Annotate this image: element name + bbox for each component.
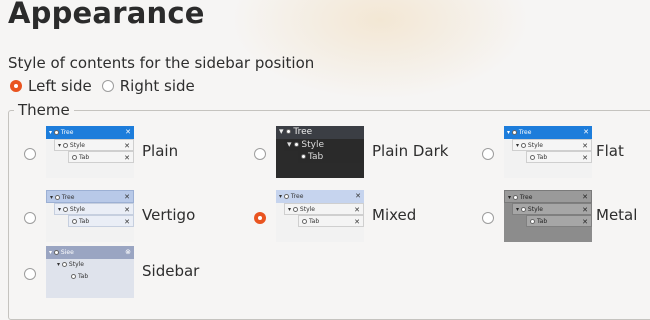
theme-vertigo-radio[interactable] bbox=[24, 212, 36, 224]
right-side-radio[interactable] bbox=[101, 80, 114, 92]
theme-plain-radio[interactable] bbox=[24, 148, 36, 160]
theme-plain-dark-preview: ▾ Tree ▾ Style Tab bbox=[276, 126, 364, 178]
left-side-radio[interactable] bbox=[10, 80, 22, 92]
theme-metal-radio[interactable] bbox=[482, 212, 494, 224]
theme-plain-preview: ▾ Tree ✕ ▾ Style ✕ Tab ✕ bbox=[46, 126, 134, 178]
page-title: Appearance bbox=[8, 0, 205, 30]
theme-metal-preview: ▾ Tree ✕ ▾ Style ✕ Tab ✕ bbox=[504, 190, 592, 242]
theme-vertigo-label: Vertigo bbox=[142, 206, 196, 224]
theme-mixed-label: Mixed bbox=[372, 206, 417, 224]
theme-flat-label: Flat bbox=[596, 142, 624, 160]
theme-metal-label: Metal bbox=[596, 206, 638, 224]
theme-sidebar-radio[interactable] bbox=[24, 268, 36, 280]
theme-plain-dark-radio[interactable] bbox=[254, 148, 266, 160]
sidebar-position-label: Style of contents for the sidebar positi… bbox=[8, 54, 315, 72]
right-side-label: Right side bbox=[119, 77, 195, 95]
theme-vertigo-preview: ▾ Tree ✕ ▾ Style ✕ Tab ✕ bbox=[46, 190, 134, 242]
theme-plain-dark-label: Plain Dark bbox=[372, 142, 449, 160]
theme-sidebar-preview: ▾ Siee ⊗ ▾ Style Tab bbox=[46, 246, 134, 298]
theme-flat-preview: ▾ Tree ✕ ▾ Style ✕ Tab ✕ bbox=[504, 126, 592, 178]
theme-plain-label: Plain bbox=[142, 142, 179, 160]
theme-legend: Theme bbox=[14, 101, 74, 119]
sidebar-position-radio-group: Left side Right side bbox=[10, 76, 205, 96]
theme-mixed-radio[interactable] bbox=[254, 212, 266, 224]
theme-sidebar-label: Sidebar bbox=[142, 262, 200, 280]
theme-flat-radio[interactable] bbox=[482, 148, 494, 160]
left-side-label: Left side bbox=[28, 77, 92, 95]
theme-mixed-preview: ▾ Tree ✕ ▾ Style ✕ Tab ✕ bbox=[276, 190, 364, 242]
right-side-option[interactable]: Right side bbox=[101, 77, 195, 95]
left-side-option[interactable]: Left side bbox=[10, 77, 92, 95]
background-glow bbox=[230, 0, 530, 100]
